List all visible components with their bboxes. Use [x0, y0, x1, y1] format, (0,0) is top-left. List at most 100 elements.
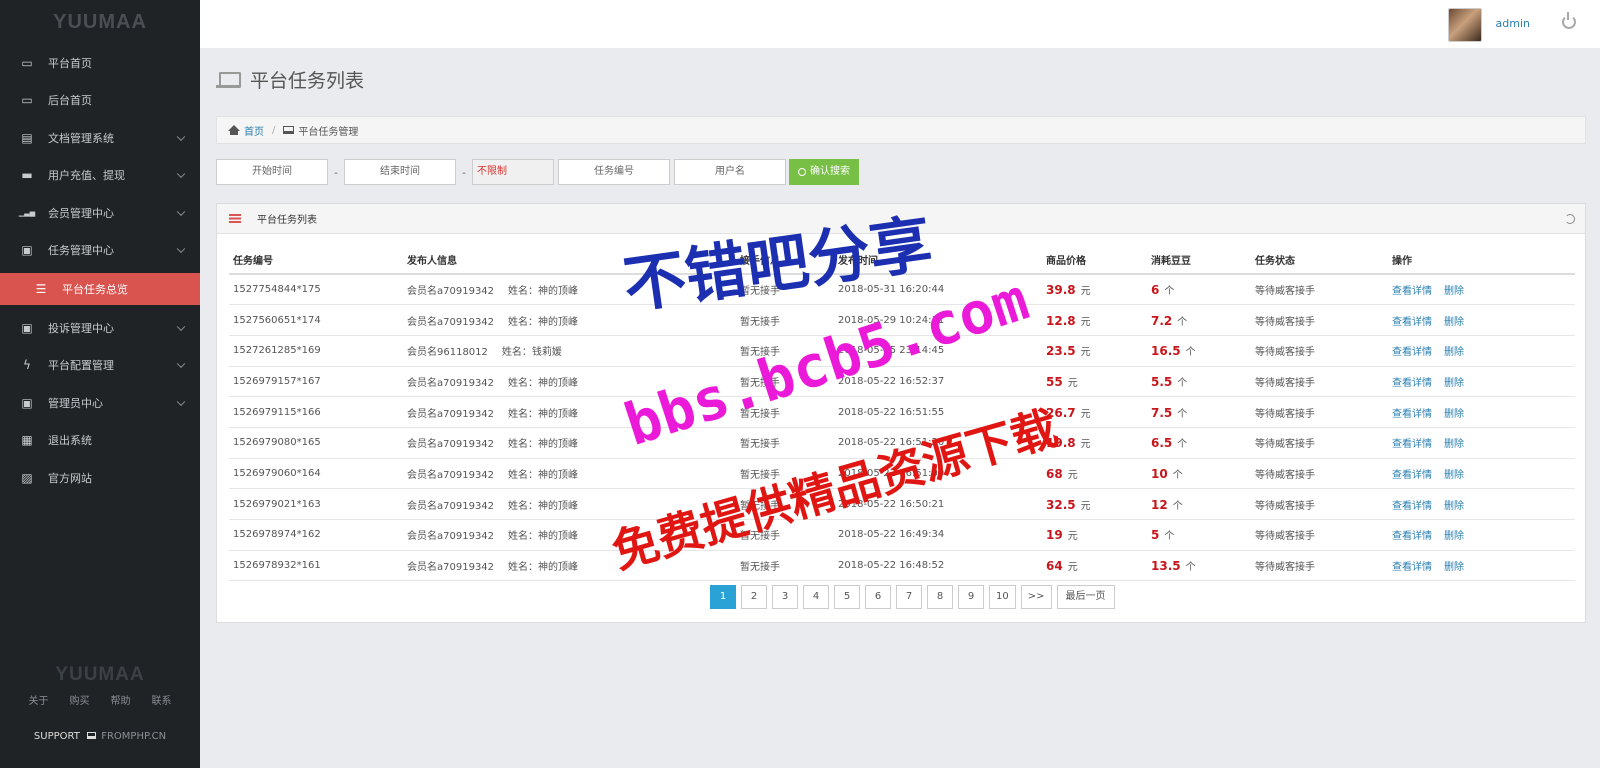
view-details-link[interactable]: 查看详情: [1392, 409, 1432, 420]
page-button[interactable]: 最后一页: [1056, 585, 1115, 609]
refresh-icon[interactable]: [1565, 214, 1575, 224]
beans-cell: 7.5 个: [1147, 396, 1251, 428]
view-details-link[interactable]: 查看详情: [1392, 378, 1432, 389]
panel-header: 平台任务列表: [217, 204, 1585, 234]
page-button[interactable]: 5: [834, 585, 860, 609]
footer-link[interactable]: 关于: [29, 692, 49, 707]
delete-link[interactable]: 删除: [1444, 439, 1464, 450]
sidebar-item[interactable]: ϟ 平台配置管理: [0, 347, 200, 385]
avatar[interactable]: [1448, 8, 1482, 42]
sidebar-item[interactable]: ▭ 后台首页: [0, 82, 200, 120]
view-details-link[interactable]: 查看详情: [1392, 439, 1432, 450]
delete-link[interactable]: 删除: [1444, 531, 1464, 542]
price-value: 55: [1046, 374, 1063, 389]
sidebar-item[interactable]: ☰ 平台任务总览: [0, 273, 200, 305]
sidebar-item[interactable]: ▣ 投诉管理中心: [0, 309, 200, 347]
view-details-link[interactable]: 查看详情: [1392, 470, 1432, 481]
sidebar-item-label: 会员管理中心: [48, 206, 114, 220]
delete-link[interactable]: 删除: [1444, 317, 1464, 328]
end-time-input[interactable]: 结束时间: [344, 159, 456, 185]
delete-link[interactable]: 删除: [1444, 286, 1464, 297]
date-separator: -: [334, 165, 338, 179]
page-button[interactable]: 8: [927, 585, 953, 609]
view-details-link[interactable]: 查看详情: [1392, 531, 1432, 542]
status-select[interactable]: 不限制: [472, 159, 554, 185]
publisher-member: 会员名96118012: [407, 347, 488, 359]
view-details-link[interactable]: 查看详情: [1392, 286, 1432, 297]
sidebar-item[interactable]: ▤ 文档管理系统: [0, 119, 200, 157]
beans-unit: 个: [1185, 562, 1196, 574]
task-table: 任务编号 发布人信息 接手信息 发布时间 商品价格 消耗豆豆 任务状态 操作 15277548…: [229, 246, 1575, 582]
publish-time: 2018-05-22 16:50:21: [834, 488, 1042, 520]
task-id: 1527754844*175: [229, 274, 403, 306]
publisher-cell: 会员名a70919342 姓名：神的顶峰: [403, 366, 736, 398]
breadcrumb-home[interactable]: 首页: [244, 123, 264, 138]
footer-link[interactable]: 联系: [152, 692, 172, 707]
page-button[interactable]: 2: [741, 585, 767, 609]
delete-link[interactable]: 删除: [1444, 347, 1464, 358]
view-details-link[interactable]: 查看详情: [1392, 501, 1432, 512]
price-value: 32.5: [1046, 497, 1076, 512]
beans-unit: 个: [1177, 377, 1188, 389]
taker-info: 暂无接手: [736, 304, 834, 336]
sidebar-item[interactable]: ▦ 退出系统: [0, 422, 200, 460]
delete-link[interactable]: 删除: [1444, 470, 1464, 481]
publisher-name: 姓名：神的顶峰: [508, 286, 579, 298]
sidebar-item[interactable]: ▨ 官方网站: [0, 459, 200, 497]
sidebar-item[interactable]: ▭ 平台首页: [0, 44, 200, 82]
table-header-row: 任务编号 发布人信息 接手信息 发布时间 商品价格 消耗豆豆 任务状态 操作: [229, 246, 1575, 275]
publisher-member: 会员名a70919342: [407, 500, 495, 512]
task-number-input[interactable]: 任务编号: [558, 159, 670, 185]
view-details-link[interactable]: 查看详情: [1392, 562, 1432, 573]
page-button[interactable]: 1: [710, 585, 736, 609]
beans-cell: 5个: [1147, 519, 1251, 551]
beans-value: 5: [1151, 528, 1160, 543]
price-cell: 23.5 元: [1042, 335, 1147, 367]
task-status: 等待威客接手: [1251, 550, 1388, 582]
username-link[interactable]: admin: [1496, 17, 1530, 30]
price-unit: 元: [1080, 316, 1091, 328]
search-button[interactable]: 确认搜索: [789, 159, 859, 185]
publisher-name: 姓名：神的顶峰: [508, 500, 579, 512]
footer-link[interactable]: 帮助: [111, 692, 131, 707]
chevron-down-icon: [176, 322, 186, 331]
page-button[interactable]: >>: [1020, 585, 1052, 609]
beans-cell: 13.5 个: [1147, 550, 1251, 582]
view-details-link[interactable]: 查看详情: [1392, 317, 1432, 328]
price-unit: 元: [1067, 531, 1078, 543]
page-button[interactable]: 6: [865, 585, 891, 609]
task-status: 等待威客接手: [1251, 458, 1388, 490]
table-body: 1527754844*175 会员名a70919342 姓名：神的顶峰 暂无接手 201…: [229, 274, 1575, 582]
view-details-link[interactable]: 查看详情: [1392, 347, 1432, 358]
support-brand[interactable]: FROMPHP.CN: [101, 731, 166, 742]
delete-link[interactable]: 删除: [1444, 409, 1464, 420]
beans-value: 12: [1151, 497, 1168, 512]
page-button[interactable]: 10: [989, 585, 1016, 609]
start-time-input[interactable]: 开始时间: [216, 159, 328, 185]
beans-value: 7.2: [1151, 313, 1173, 328]
task-id: 1526979080*165: [229, 427, 403, 459]
actions-cell: 查看详情 删除: [1388, 427, 1575, 459]
delete-link[interactable]: 删除: [1444, 501, 1464, 512]
delete-link[interactable]: 删除: [1444, 378, 1464, 389]
check-circle-icon: [798, 168, 806, 176]
sidebar-item[interactable]: ▬ 用户充值、提现: [0, 157, 200, 195]
power-icon[interactable]: [1562, 12, 1576, 29]
page-button[interactable]: 7: [896, 585, 922, 609]
page-button[interactable]: 3: [772, 585, 798, 609]
task-id: 1526979157*167: [229, 366, 403, 398]
page-title-text: 平台任务列表: [250, 70, 365, 92]
sidebar-footer: YUUMAA 关于 购买 帮助 联系 SUPPORT FROMPHP.CN: [0, 664, 200, 768]
sidebar-item[interactable]: ▁▃▅ 会员管理中心: [0, 194, 200, 232]
page-button[interactable]: 4: [803, 585, 829, 609]
sidebar-item[interactable]: ▣ 管理员中心: [0, 384, 200, 422]
price-unit: 元: [1080, 347, 1091, 359]
username-input[interactable]: 用户名: [674, 159, 786, 185]
publisher-cell: 会员名a70919342 姓名：神的顶峰: [403, 427, 736, 459]
page-button[interactable]: 9: [958, 585, 984, 609]
delete-link[interactable]: 删除: [1444, 562, 1464, 573]
table-row: 1527261285*169 会员名96118012 姓名：钱莉媛 暂无接手 2018-…: [229, 335, 1575, 367]
footer-link[interactable]: 购买: [70, 692, 90, 707]
sidebar-item-label: 管理员中心: [48, 396, 103, 410]
sidebar-item[interactable]: ▣ 任务管理中心: [0, 232, 200, 270]
